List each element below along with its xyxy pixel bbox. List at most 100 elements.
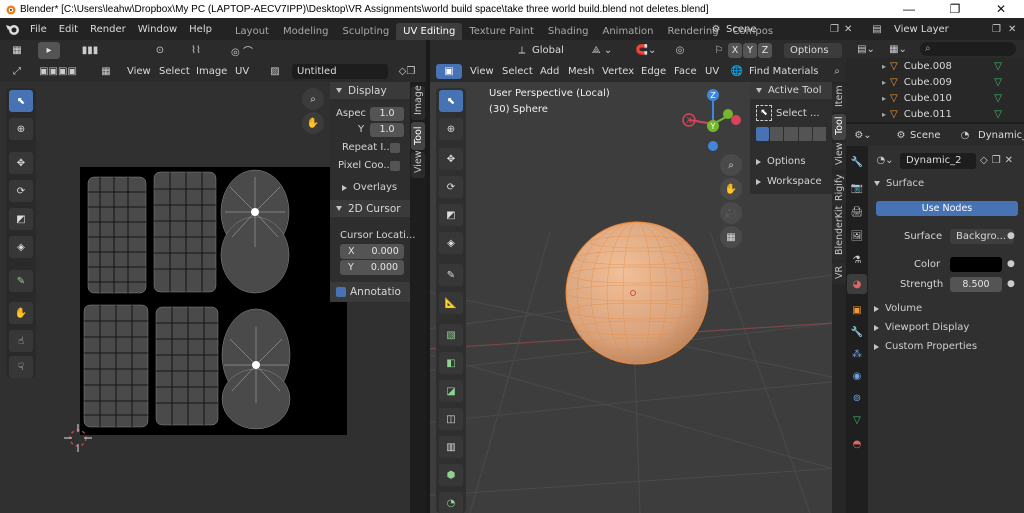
aspect-x-field[interactable]: 1.0: [370, 107, 404, 121]
uv-canvas[interactable]: ⬉ ⊕ ✥ ⟳ ◩ ◈ ✎ ✋ ☝ ☟ ⌕ ✋ Display Aspec 1.…: [0, 82, 425, 513]
repeat-checkbox[interactable]: [390, 143, 400, 153]
snap-icon[interactable]: 🧲⌄: [626, 43, 666, 58]
select-mode-extend-icon[interactable]: [770, 127, 784, 141]
close-button[interactable]: ✕: [978, 0, 1024, 18]
tab-modeling[interactable]: Modeling: [276, 23, 336, 40]
poly-build-tool[interactable]: ⬢: [439, 464, 463, 486]
list-item[interactable]: ▸ ▽ Cube.010 ▽: [846, 90, 1024, 106]
select-tool-row[interactable]: ⬉ Select ...: [756, 104, 830, 122]
custom-properties-section-header[interactable]: Custom Properties: [874, 337, 977, 356]
inset-tool[interactable]: ◪: [439, 380, 463, 402]
viewport-display-section-header[interactable]: Viewport Display: [874, 318, 969, 337]
sticky-select-icon[interactable]: ▦: [96, 64, 116, 79]
viewport-menu-uv[interactable]: UV: [705, 66, 719, 77]
menu-edit[interactable]: Edit: [53, 24, 84, 35]
workspace-section[interactable]: Workspace: [756, 176, 822, 187]
volume-section-header[interactable]: Volume: [874, 299, 922, 318]
select-box-tool[interactable]: ⬉: [9, 90, 33, 112]
tab-view[interactable]: View: [832, 142, 846, 170]
uv-sync-icon[interactable]: ⤢: [8, 64, 26, 79]
bevel-tool[interactable]: ◫: [439, 408, 463, 430]
uv-menu-select[interactable]: Select: [159, 66, 190, 77]
viewport-menu-view[interactable]: View: [470, 66, 494, 77]
constraints-tab-icon[interactable]: ⊚: [849, 390, 865, 406]
rotate-tool[interactable]: ⟳: [9, 180, 33, 202]
pixel-coords-checkbox[interactable]: [390, 161, 400, 171]
extrude-tool[interactable]: ◧: [439, 352, 463, 374]
display-mode-icon[interactable]: ▦⌄: [884, 42, 912, 56]
mirror-x-toggle[interactable]: X: [728, 43, 742, 58]
perspective-grid-icon[interactable]: ▦: [720, 226, 742, 248]
overlays-subpanel[interactable]: Overlays: [342, 182, 397, 193]
cursor-tool[interactable]: ⊕: [9, 118, 33, 140]
cursor-y-field[interactable]: Y 0.000: [340, 260, 404, 275]
scene-selector[interactable]: ⚙ Scene ❐ ✕: [706, 21, 854, 37]
list-item[interactable]: ▸ ▽ Cube.008 ▽: [846, 58, 1024, 74]
3d-viewport[interactable]: User Perspective (Local) (30) Sphere ⬉ ⊕…: [430, 82, 832, 513]
tab-tool[interactable]: Tool: [411, 122, 425, 150]
camera-icon[interactable]: 🎥: [720, 202, 742, 224]
annotate-tool[interactable]: ✎: [439, 264, 463, 286]
menu-help[interactable]: Help: [183, 24, 218, 35]
surface-shader-field[interactable]: Backgro...: [950, 229, 1014, 244]
viewport-menu-face[interactable]: Face: [674, 66, 697, 77]
context-scene[interactable]: Scene: [910, 130, 941, 141]
view-layer-selector[interactable]: ▤ View Layer ❐ ✕: [866, 21, 1024, 37]
strength-field[interactable]: 8.500: [950, 277, 1002, 292]
data-tab-icon[interactable]: ▽: [849, 412, 865, 428]
navigation-gizmo[interactable]: Z X Y: [680, 88, 746, 154]
viewport-menu-edge[interactable]: Edge: [641, 66, 666, 77]
pivot-icon[interactable]: ⊙: [150, 43, 170, 58]
surface-section-header[interactable]: Surface: [874, 174, 924, 193]
tab-layout[interactable]: Layout: [228, 23, 276, 40]
tab-item[interactable]: Item: [832, 84, 846, 112]
tab-vr[interactable]: VR: [832, 262, 846, 284]
scale-tool[interactable]: ◩: [439, 204, 463, 226]
find-materials-button[interactable]: Find Materials: [749, 66, 819, 77]
relax-tool[interactable]: ☝: [9, 330, 33, 352]
cursor-panel-header[interactable]: 2D Cursor: [330, 200, 410, 217]
link-dot-icon[interactable]: ●: [1007, 259, 1015, 269]
uv-menu-uv[interactable]: UV: [235, 66, 249, 77]
world-datablock[interactable]: ◔⌄ Dynamic_2 ◇ ❐ ✕: [874, 152, 1020, 169]
uv-mode-buttons-icon[interactable]: ▣▣▣▣: [30, 64, 86, 79]
tab-view[interactable]: View: [411, 150, 425, 178]
viewport-menu-add[interactable]: Add: [540, 66, 559, 77]
menu-window[interactable]: Window: [132, 24, 183, 35]
context-world[interactable]: Dynamic_2: [978, 130, 1024, 141]
zoom-icon[interactable]: ⌕: [720, 154, 742, 176]
image-fake-user-icon[interactable]: ◇❐: [392, 64, 422, 79]
output-tab-icon[interactable]: 🖨: [849, 204, 865, 220]
pivot-point-icon[interactable]: ⟁ ⌄: [582, 43, 622, 58]
object-tab-icon[interactable]: ▣: [849, 302, 865, 318]
list-item[interactable]: ▸ ▽ Cube.011 ▽: [846, 106, 1024, 122]
unlink-icon[interactable]: ✕: [1005, 155, 1013, 166]
minimize-button[interactable]: —: [886, 0, 932, 18]
copy-scene-icon[interactable]: ❐: [830, 24, 839, 35]
image-name-field[interactable]: Untitled: [292, 64, 388, 79]
options-dropdown[interactable]: Options: [784, 43, 842, 58]
blender-menu-icon[interactable]: [2, 21, 24, 37]
view-layer-tab-icon[interactable]: 🖼: [849, 228, 865, 244]
tab-image[interactable]: Image: [411, 85, 425, 120]
pinch-tool[interactable]: ☟: [9, 356, 33, 378]
annotate-tool[interactable]: ✎: [9, 270, 33, 292]
active-tool-header[interactable]: Active Tool: [750, 82, 832, 99]
editor-type-icon[interactable]: ▦: [8, 43, 26, 58]
tab-uv-editing[interactable]: UV Editing: [396, 23, 463, 40]
select-mode-buttons[interactable]: [756, 127, 827, 141]
tab-animation[interactable]: Animation: [596, 23, 661, 40]
material-tab-icon[interactable]: ◓: [849, 436, 865, 452]
select-mode-invert-icon[interactable]: [798, 127, 812, 141]
scale-tool[interactable]: ◩: [9, 208, 33, 230]
select-mode-subtract-icon[interactable]: [784, 127, 798, 141]
image-browse-icon[interactable]: ▨: [264, 64, 286, 79]
proportional-edit-icon[interactable]: ◎ ⌒: [222, 43, 262, 58]
pan-hand-icon[interactable]: ✋: [720, 178, 742, 200]
2d-cursor-icon[interactable]: [62, 422, 94, 454]
move-tool[interactable]: ✥: [9, 152, 33, 174]
viewport-menu-vertex[interactable]: Vertex: [602, 66, 634, 77]
viewport-menu-mesh[interactable]: Mesh: [568, 66, 594, 77]
tool-tab-icon[interactable]: 🔧: [849, 154, 865, 170]
mirror-y-toggle[interactable]: Y: [743, 43, 757, 58]
